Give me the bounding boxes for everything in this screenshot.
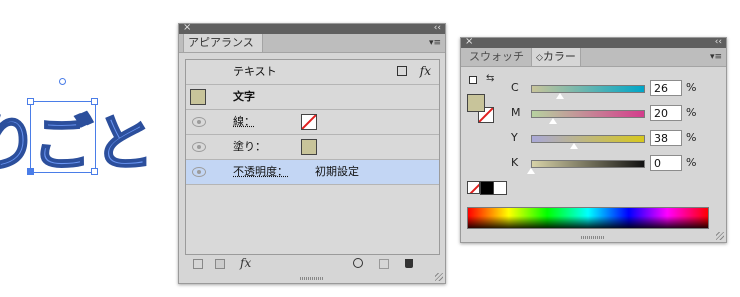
- fill-label: 塗り：: [233, 140, 266, 153]
- slider-track-c[interactable]: [531, 85, 645, 93]
- panel-resize-grip[interactable]: [581, 236, 605, 239]
- object-thumbnail: [190, 89, 206, 105]
- opacity-row[interactable]: 不透明度： 初期設定: [186, 160, 439, 185]
- close-icon[interactable]: ×: [183, 21, 191, 35]
- panel-tabbar: スウォッチ ◇カラー ▾≡: [461, 48, 726, 67]
- clear-appearance-icon[interactable]: [353, 258, 363, 268]
- corner-resize-handle[interactable]: [716, 232, 724, 240]
- collapse-icon[interactable]: ‹‹: [715, 36, 722, 48]
- stroke-row[interactable]: 線：: [186, 110, 439, 135]
- appearance-panel: × ‹‹ アピアランス ▾≡ テキスト fx 文字 線： 塗り： 不透明度： 初…: [178, 21, 446, 284]
- tab-swatches[interactable]: スウォッチ: [465, 48, 528, 66]
- stroke-label-link[interactable]: 線：: [233, 115, 255, 129]
- value-field-y[interactable]: 38: [650, 130, 682, 146]
- color-panel: × ‹‹ スウォッチ ◇カラー ▾≡ ⇆ C 26% M 20% Y 38% K 0%: [460, 35, 727, 243]
- panel-titlebar[interactable]: × ‹‹: [461, 35, 726, 49]
- none-color-icon[interactable]: [467, 181, 480, 194]
- panel-resize-grip[interactable]: [300, 277, 324, 280]
- white-color-icon[interactable]: [493, 181, 507, 195]
- slider-thumb-k[interactable]: [526, 167, 536, 175]
- panel-menu-icon[interactable]: ▾≡: [710, 51, 722, 63]
- eye-icon[interactable]: [192, 142, 206, 152]
- add-effect-fx-icon[interactable]: fx: [240, 256, 251, 270]
- new-fill-icon[interactable]: [215, 259, 225, 269]
- eye-icon[interactable]: [192, 117, 206, 127]
- fx-icon[interactable]: fx: [420, 64, 431, 78]
- color-spectrum-ramp[interactable]: [467, 207, 709, 229]
- opacity-label-link[interactable]: 不透明度：: [233, 165, 288, 179]
- tab-color-label: カラー: [542, 50, 576, 63]
- duplicate-icon[interactable]: [397, 66, 407, 76]
- duplicate-item-icon[interactable]: [379, 259, 389, 269]
- slider-thumb-m[interactable]: [548, 117, 559, 125]
- percent-label: %: [686, 131, 697, 144]
- slider-label-y: Y: [511, 131, 518, 144]
- slider-track-k[interactable]: [531, 160, 645, 168]
- slider-label-k: K: [511, 156, 519, 169]
- header-label: テキスト: [233, 65, 277, 78]
- rotation-handle[interactable]: [59, 78, 66, 85]
- appearance-footer: fx: [179, 255, 445, 275]
- resize-handle-top-left[interactable]: [27, 98, 34, 105]
- close-icon[interactable]: ×: [465, 35, 473, 49]
- tab-color[interactable]: ◇カラー: [531, 48, 581, 66]
- panel-titlebar[interactable]: × ‹‹: [179, 21, 445, 35]
- slider-thumb-y[interactable]: [568, 142, 579, 150]
- object-row[interactable]: 文字: [186, 85, 439, 110]
- slider-track-y[interactable]: [531, 135, 645, 143]
- appearance-list: テキスト fx 文字 線： 塗り： 不透明度： 初期設定: [185, 59, 440, 255]
- slider-thumb-c[interactable]: [555, 92, 566, 100]
- tab-appearance[interactable]: アピアランス: [183, 34, 263, 52]
- resize-handle-bottom-right[interactable]: [91, 168, 98, 175]
- black-color-icon[interactable]: [480, 181, 494, 195]
- percent-label: %: [686, 106, 697, 119]
- opacity-value: 初期設定: [315, 165, 359, 178]
- eye-icon[interactable]: [192, 167, 206, 177]
- resize-handle-top-right[interactable]: [91, 98, 98, 105]
- canvas-glyph-to: と: [93, 109, 155, 179]
- percent-label: %: [686, 156, 697, 169]
- fill-swatch[interactable]: [301, 139, 317, 155]
- slider-label-c: C: [511, 81, 519, 94]
- resize-handle-bottom-left[interactable]: [27, 168, 34, 175]
- value-field-m[interactable]: 20: [650, 105, 682, 121]
- value-field-c[interactable]: 26: [650, 80, 682, 96]
- object-label: 文字: [233, 90, 255, 103]
- new-stroke-icon[interactable]: [193, 259, 203, 269]
- collapse-icon[interactable]: ‹‹: [434, 22, 441, 34]
- slider-track-m[interactable]: [531, 110, 645, 118]
- default-colors-icon[interactable]: [469, 76, 477, 84]
- panel-menu-icon[interactable]: ▾≡: [429, 37, 441, 49]
- appearance-header-row[interactable]: テキスト fx: [186, 60, 439, 85]
- selection-bounding-box[interactable]: [30, 101, 96, 173]
- trash-icon[interactable]: [405, 259, 413, 268]
- corner-resize-handle[interactable]: [435, 273, 443, 281]
- slider-label-m: M: [511, 106, 521, 119]
- value-field-k[interactable]: 0: [650, 155, 682, 171]
- tab-color-options-icon: ◇: [536, 53, 543, 63]
- stroke-swatch[interactable]: [301, 114, 317, 130]
- percent-label: %: [686, 81, 697, 94]
- swap-colors-icon[interactable]: ⇆: [486, 73, 494, 84]
- fill-row[interactable]: 塗り：: [186, 135, 439, 160]
- fill-color-box[interactable]: [467, 94, 485, 112]
- panel-tabbar: アピアランス ▾≡: [179, 34, 445, 53]
